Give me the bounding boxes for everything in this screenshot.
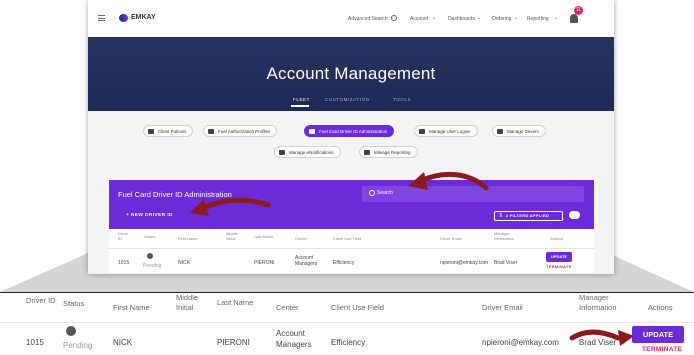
arrowhead-icon	[408, 172, 428, 190]
arrow-to-update	[569, 329, 621, 341]
annotation-arrows	[190, 171, 634, 346]
arrow-to-search	[417, 171, 489, 191]
arrowhead-icon	[190, 199, 209, 216]
arrow-to-new-button	[199, 197, 271, 211]
arrowhead-icon	[618, 330, 634, 346]
